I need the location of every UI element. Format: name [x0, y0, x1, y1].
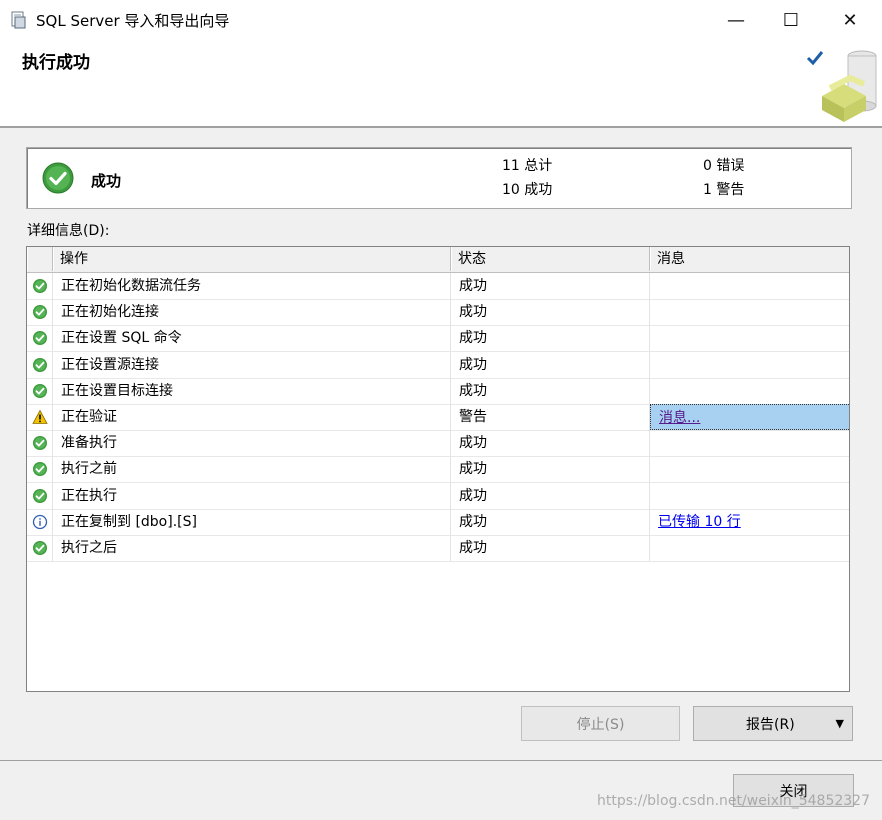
message-link[interactable]: 已传输 10 行: [658, 514, 741, 530]
row-status: 成功: [451, 351, 650, 378]
row-status: 成功: [451, 377, 650, 404]
watermark: https://blog.csdn.net/weixin_54852327: [596, 793, 870, 809]
table-row[interactable]: 正在设置源连接 成功: [27, 351, 849, 379]
row-message[interactable]: 已传输 10 行: [650, 509, 849, 535]
result-label: 成功: [91, 172, 122, 190]
row-message: [650, 535, 849, 561]
table-row[interactable]: 执行之前 成功: [27, 456, 849, 484]
success-icon: [27, 456, 53, 483]
row-status: 成功: [451, 325, 650, 352]
success-icon: [27, 325, 53, 352]
table-row[interactable]: 正在执行 成功: [27, 482, 849, 510]
header-message[interactable]: 消息: [650, 247, 849, 271]
success-check-icon: [42, 162, 74, 194]
success-icon: [27, 351, 53, 378]
success-count: 10 成功: [502, 182, 553, 198]
close-window-button[interactable]: ✕: [822, 0, 878, 40]
close-icon: ✕: [842, 9, 858, 31]
row-action: 正在初始化连接: [53, 299, 451, 326]
summary-panel: 成功 11 总计 10 成功 0 错误 1 警告: [26, 147, 852, 209]
row-status: 成功: [451, 273, 650, 299]
details-label: 详细信息(D):: [27, 223, 110, 239]
success-icon: [27, 299, 53, 326]
title-bar: SQL Server 导入和导出向导 — ☐ ✕: [0, 0, 882, 40]
row-message: [650, 352, 849, 378]
success-icon: [27, 482, 53, 509]
row-message: [650, 483, 849, 509]
row-status: 成功: [451, 456, 650, 483]
table-row[interactable]: 正在初始化数据流任务 成功: [27, 273, 849, 300]
window-title: SQL Server 导入和导出向导: [36, 12, 230, 30]
warning-count: 1 警告: [703, 182, 745, 198]
stop-button[interactable]: 停止(S): [521, 706, 680, 741]
row-message: [650, 430, 849, 456]
success-icon: [27, 273, 53, 299]
row-status: 成功: [451, 535, 650, 561]
success-icon: [27, 535, 53, 561]
row-status: 警告: [451, 404, 650, 430]
row-action: 正在初始化数据流任务: [53, 273, 451, 299]
row-status: 成功: [451, 482, 650, 509]
warning-icon: [27, 404, 53, 430]
minimize-icon: —: [727, 9, 745, 31]
row-action: 正在设置目标连接: [53, 377, 451, 404]
dropdown-arrow-icon: ▼: [835, 717, 844, 730]
table-row[interactable]: 准备执行 成功: [27, 430, 849, 458]
stop-button-label: 停止(S): [576, 716, 625, 733]
row-message: [650, 456, 849, 482]
wizard-logo-icon: [806, 50, 877, 122]
row-action: 正在设置源连接: [53, 351, 451, 378]
row-message: [650, 325, 849, 351]
wizard-header: 执行成功: [0, 40, 882, 128]
row-action: 正在设置 SQL 命令: [53, 325, 451, 352]
row-message: [650, 273, 849, 299]
success-icon: [27, 430, 53, 457]
row-message: [650, 378, 849, 404]
app-icon: [11, 11, 26, 29]
row-status: 成功: [451, 430, 650, 457]
row-message: [650, 299, 849, 325]
row-message[interactable]: 消息...: [650, 404, 849, 430]
header-icon-column[interactable]: [27, 247, 53, 271]
maximize-icon: ☐: [782, 9, 800, 31]
error-count: 0 错误: [703, 158, 745, 174]
minimize-button[interactable]: —: [708, 0, 764, 40]
row-action: 执行之后: [53, 535, 451, 561]
table-row[interactable]: 正在验证 警告 消息...: [27, 404, 849, 431]
table-row[interactable]: 正在初始化连接 成功: [27, 299, 849, 327]
row-status: 成功: [451, 299, 650, 326]
row-status: 成功: [451, 508, 650, 535]
table-row[interactable]: 正在设置目标连接 成功: [27, 377, 849, 405]
row-action: 正在复制到 [dbo].[S]: [53, 508, 451, 535]
table-header: 操作 状态 消息: [27, 247, 849, 273]
row-action: 执行之前: [53, 456, 451, 483]
row-action: 准备执行: [53, 430, 451, 457]
maximize-button[interactable]: ☐: [763, 0, 819, 40]
table-row[interactable]: 执行之后 成功: [27, 535, 849, 562]
details-table[interactable]: 操作 状态 消息 正在初始化数据流任务 成功 正在初始化连接 成功 正在设置 SQL 命…: [26, 246, 850, 692]
row-action: 正在执行: [53, 482, 451, 509]
report-button-label: 报告(R): [746, 716, 795, 733]
report-button[interactable]: 报告(R) ▼: [693, 706, 853, 741]
page-title: 执行成功: [22, 53, 90, 73]
success-icon: [27, 377, 53, 404]
table-row[interactable]: 正在复制到 [dbo].[S] 成功 已传输 10 行: [27, 508, 849, 536]
row-action: 正在验证: [53, 404, 451, 430]
header-action[interactable]: 操作: [53, 247, 451, 271]
header-status[interactable]: 状态: [451, 247, 650, 271]
table-row[interactable]: 正在设置 SQL 命令 成功: [27, 325, 849, 353]
info-icon: [27, 508, 53, 535]
total-count: 11 总计: [502, 158, 553, 174]
message-link[interactable]: 消息...: [659, 410, 700, 426]
